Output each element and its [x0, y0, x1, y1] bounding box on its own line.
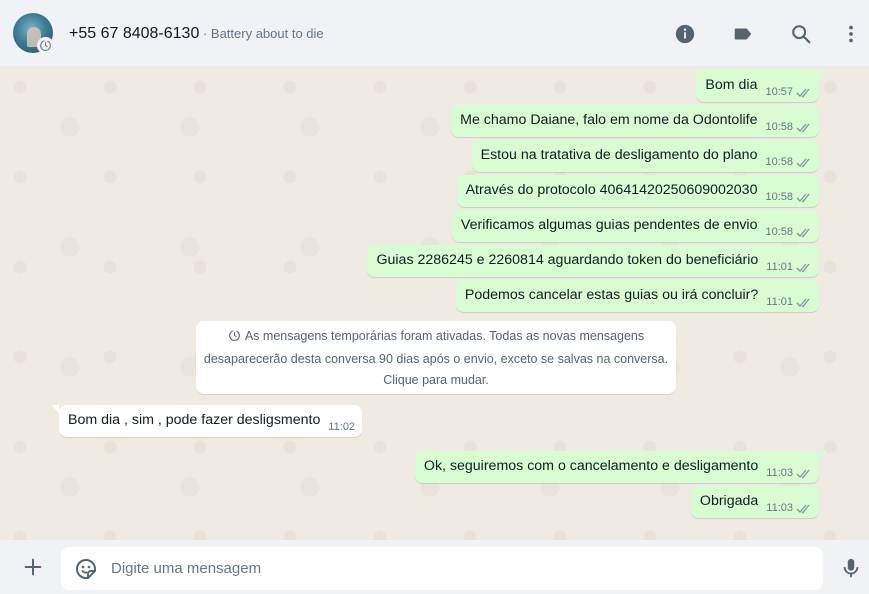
message-meta: 10:58 — [765, 226, 812, 238]
message-bubble-out[interactable]: Através do protocolo 4064142025060900203… — [456, 175, 819, 207]
contact-status: · Battery about to die — [199, 26, 324, 41]
message-bubble-in[interactable]: Bom dia , sim , pode fazer desligsmento … — [51, 405, 363, 437]
message-text: Verificamos algumas guias pendentes de e… — [460, 217, 758, 233]
double-check-icon — [796, 227, 812, 238]
notice-text-1: As mensagens temporárias foram ativadas.… — [244, 329, 645, 343]
bubble-tail — [819, 451, 827, 459]
message-bubble-out[interactable]: Guias 2286245 e 2260814 aguardando token… — [367, 245, 819, 277]
message-bubble-out[interactable]: Obrigada 11:03 — [690, 486, 819, 518]
message-text: Estou na tratativa de desligamento do pl… — [480, 147, 758, 163]
double-check-icon — [796, 122, 812, 133]
disappearing-timer-icon — [37, 37, 54, 54]
message-time: 10:58 — [765, 156, 793, 168]
message-text: Ok, seguiremos com o cancelamento e desl… — [423, 458, 759, 474]
bubble-tail — [819, 70, 827, 78]
message-bubble-out[interactable]: Verificamos algumas guias pendentes de e… — [451, 210, 819, 242]
chat-area[interactable]: Bom dia 10:57 Me chamo Daiane, falo em n… — [0, 67, 869, 540]
message-text: Através do protocolo 4064142025060900203… — [465, 182, 758, 198]
double-check-icon — [796, 297, 812, 308]
notice-line-1: As mensagens temporárias foram ativadas.… — [196, 326, 676, 349]
message-meta: 11:01 — [766, 261, 812, 273]
message-time: 10:58 — [765, 226, 793, 238]
disappearing-messages-notice[interactable]: As mensagens temporárias foram ativadas.… — [196, 321, 676, 394]
message-text: Me chamo Daiane, falo em nome da Odontol… — [460, 112, 758, 128]
chat-header: +55 67 8408-6130 · Battery about to die — [0, 0, 869, 67]
plus-icon[interactable] — [21, 555, 45, 579]
message-text: Bom dia , sim , pode fazer desligsmento — [68, 412, 321, 428]
message-time: 11:02 — [328, 421, 356, 433]
bubble-tail — [51, 405, 59, 413]
message-text: Bom dia — [705, 77, 758, 93]
message-bubble-out[interactable]: Bom dia 10:57 — [696, 70, 827, 102]
microphone-icon[interactable] — [839, 556, 863, 580]
double-check-icon — [796, 468, 812, 479]
label-icon[interactable] — [731, 22, 755, 46]
message-time: 11:03 — [766, 467, 793, 479]
message-bubble-out[interactable]: Ok, seguiremos com o cancelamento e desl… — [414, 451, 827, 483]
notice-text-2: desaparecerão desta conversa 90 dias apó… — [203, 352, 669, 366]
message-time: 10:57 — [765, 86, 793, 98]
menu-icon[interactable] — [839, 22, 863, 46]
message-bubble-out[interactable]: Podemos cancelar estas guias ou irá conc… — [455, 280, 819, 312]
message-time: 11:01 — [766, 296, 793, 308]
message-input-box[interactable] — [61, 547, 823, 590]
contact-name: +55 67 8408-6130 — [69, 25, 200, 42]
message-text: Podemos cancelar estas guias ou irá conc… — [464, 287, 759, 303]
message-meta: 10:58 — [765, 156, 812, 168]
double-check-icon — [796, 192, 812, 203]
composer-bar — [0, 540, 869, 594]
message-time: 10:58 — [765, 121, 793, 133]
double-check-icon — [796, 87, 812, 98]
message-meta: 11:01 — [766, 296, 812, 308]
notice-change-link[interactable]: Clique para mudar. — [196, 370, 676, 391]
message-input[interactable] — [111, 547, 811, 590]
message-time: 11:01 — [766, 261, 793, 273]
message-bubble-out[interactable]: Estou na tratativa de desligamento do pl… — [471, 140, 819, 172]
message-bubble-out[interactable]: Me chamo Daiane, falo em nome da Odontol… — [451, 105, 819, 137]
message-time: 11:03 — [766, 502, 793, 514]
double-check-icon — [796, 503, 812, 514]
message-meta: 10:58 — [765, 121, 812, 133]
message-meta: 11:02 — [328, 421, 355, 433]
info-icon[interactable] — [673, 22, 697, 46]
message-meta: 10:57 — [765, 86, 812, 98]
message-meta: 11:03 — [766, 502, 812, 514]
message-meta: 11:03 — [766, 467, 812, 479]
contact-info[interactable]: +55 67 8408-6130 · Battery about to die — [69, 25, 324, 43]
double-check-icon — [796, 157, 812, 168]
message-text: Guias 2286245 e 2260814 aguardando token… — [376, 252, 759, 268]
message-time: 10:58 — [765, 191, 793, 203]
message-meta: 10:58 — [765, 191, 812, 203]
double-check-icon — [796, 262, 812, 273]
message-text: Obrigada — [699, 493, 759, 509]
search-icon[interactable] — [789, 22, 813, 46]
timer-icon — [228, 328, 241, 349]
sticker-icon[interactable] — [74, 557, 98, 581]
